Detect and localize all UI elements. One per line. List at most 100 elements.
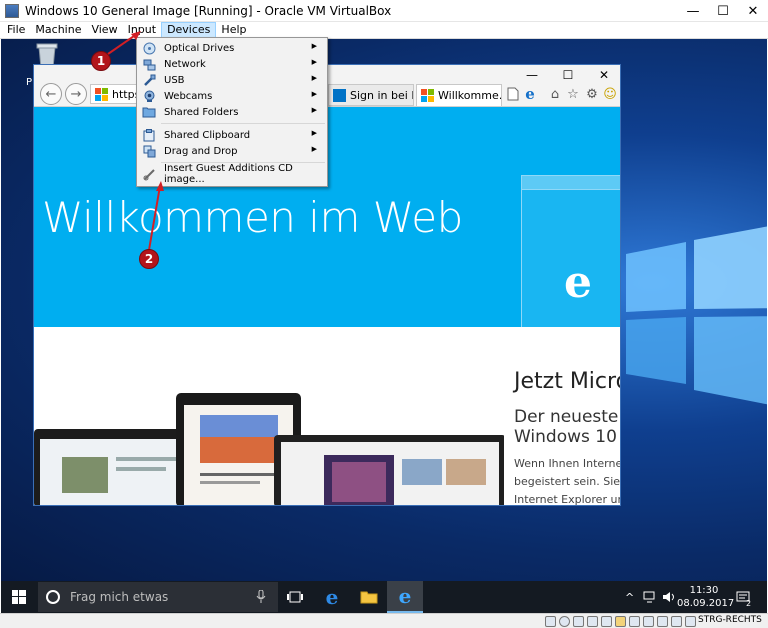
menu-input[interactable]: Input — [123, 22, 161, 38]
tab-willkommen[interactable]: Willkomme… — [416, 84, 502, 106]
audio-status-icon[interactable] — [573, 616, 584, 627]
menu-item-shared-folders[interactable]: Shared Folders ▶ — [139, 104, 325, 120]
title-bar: Windows 10 General Image [Running] - Ora… — [0, 0, 768, 22]
video-capture-status-icon[interactable] — [643, 616, 654, 627]
menu-separator — [161, 123, 325, 124]
menu-file[interactable]: File — [2, 22, 30, 38]
home-icon[interactable]: ⌂ — [546, 85, 564, 103]
file-explorer-icon — [360, 591, 378, 604]
browser-close-button[interactable]: ✕ — [586, 65, 620, 85]
network-tray-icon[interactable] — [643, 581, 657, 613]
clipboard-icon — [142, 128, 156, 142]
recycle-bin-label: P — [26, 77, 33, 88]
submenu-arrow-icon: ▶ — [311, 90, 317, 98]
window-controls: — ☐ ✕ — [678, 0, 768, 22]
windows-start-icon — [12, 590, 26, 604]
taskbar-edge-button[interactable]: e — [314, 581, 350, 613]
menu-item-webcams[interactable]: Webcams ▶ — [139, 88, 325, 104]
devices-menu: Optical Drives ▶ Network ▶ USB ▶ Webcams… — [136, 37, 328, 187]
search-placeholder: Frag mich etwas — [70, 590, 169, 604]
host-key-label: STRG-RECHTS — [698, 615, 762, 625]
optical-drive-icon — [142, 41, 156, 55]
network-status-icon[interactable] — [587, 616, 598, 627]
start-button[interactable] — [1, 581, 37, 613]
cortana-icon — [46, 590, 60, 604]
taskbar-ie-button[interactable]: e — [387, 581, 423, 613]
new-tab-icon[interactable] — [504, 85, 522, 103]
search-box[interactable]: Frag mich etwas — [38, 582, 278, 612]
favorites-star-icon[interactable]: ☆ — [564, 85, 582, 103]
edge-e-icon[interactable]: e — [521, 85, 539, 103]
optical-drive-status-icon[interactable] — [559, 616, 570, 627]
content-subheading-1: Der neueste B — [514, 407, 620, 427]
submenu-arrow-icon: ▶ — [311, 106, 317, 114]
maximize-button[interactable]: ☐ — [708, 0, 738, 22]
tab-sign-in[interactable]: Sign in bei Hot… — [328, 84, 414, 106]
menu-item-usb[interactable]: USB ▶ — [139, 72, 325, 88]
volume-tray-icon[interactable] — [662, 581, 676, 613]
menu-item-label: Network — [164, 58, 206, 70]
task-view-icon — [287, 591, 303, 603]
tab-label: Willkomme… — [438, 89, 501, 102]
menu-item-label: Optical Drives — [164, 42, 235, 54]
clock-time: 11:30 — [689, 585, 719, 596]
menu-help[interactable]: Help — [216, 22, 251, 38]
menu-item-drag-and-drop[interactable]: Drag and Drop ▶ — [139, 143, 325, 159]
window-title: Windows 10 General Image [Running] - Ora… — [25, 3, 392, 18]
hotmail-tab-icon — [333, 88, 346, 102]
submenu-arrow-icon: ▶ — [311, 58, 317, 66]
menu-item-label: Webcams — [164, 90, 213, 102]
content-body-line-1: Wenn Ihnen Internet — [514, 457, 621, 470]
mouse-integration-status-icon[interactable] — [671, 616, 682, 627]
hero-title: Willkommen im Web — [42, 193, 463, 242]
menu-bar: File Machine View Input Devices Help — [0, 22, 768, 39]
menu-item-shared-clipboard[interactable]: Shared Clipboard ▶ — [139, 127, 325, 143]
microphone-icon[interactable] — [256, 590, 266, 604]
taskbar-explorer-button[interactable] — [351, 581, 387, 613]
smiley-feedback-icon[interactable]: ☺ — [601, 85, 619, 103]
menu-devices[interactable]: Devices — [161, 22, 217, 38]
forward-button[interactable]: → — [65, 83, 87, 105]
keyboard-status-icon[interactable] — [685, 616, 696, 627]
cpu-status-icon[interactable] — [657, 616, 668, 627]
shared-folder-icon — [142, 105, 156, 119]
shared-folders-status-icon[interactable] — [615, 616, 626, 627]
drag-drop-icon — [142, 144, 156, 158]
menu-view[interactable]: View — [86, 22, 122, 38]
submenu-arrow-icon: ▶ — [311, 129, 317, 137]
clock-date: 08.09.2017 — [677, 598, 735, 609]
submenu-arrow-icon: ▶ — [311, 74, 317, 82]
tab-label: Sign in bei Hot… — [350, 88, 413, 102]
hero-panel-bar — [522, 176, 620, 190]
settings-gear-icon[interactable]: ⚙ — [583, 85, 601, 103]
devices-illustration — [34, 393, 504, 505]
guest-desktop: P — ☐ ✕ ← → https:// Sign in bei Hot… Wi… — [1, 39, 767, 581]
browser-minimize-button[interactable]: — — [514, 65, 550, 85]
guest-additions-icon — [142, 167, 156, 181]
menu-item-optical-drives[interactable]: Optical Drives ▶ — [139, 40, 325, 56]
menu-machine[interactable]: Machine — [30, 22, 86, 38]
browser-maximize-button[interactable]: ☐ — [550, 65, 586, 85]
system-clock[interactable]: 11:30 08.09.2017 — [677, 584, 735, 610]
minimize-button[interactable]: — — [678, 0, 708, 22]
menu-item-insert-guest-additions[interactable]: Insert Guest Additions CD image... — [139, 163, 325, 185]
hard-disk-status-icon[interactable] — [545, 616, 556, 627]
content-body-line-2: begeistert sein. Sie p — [514, 475, 621, 488]
back-button[interactable]: ← — [40, 83, 62, 105]
action-center-icon[interactable]: 2 — [736, 581, 752, 613]
display-status-icon[interactable] — [629, 616, 640, 627]
menu-item-label: Shared Folders — [164, 106, 239, 118]
task-view-button[interactable] — [277, 581, 313, 613]
tray-chevron-icon[interactable]: ^ — [625, 581, 634, 613]
content-heading: Jetzt Micro — [514, 369, 621, 394]
menu-item-label: USB — [164, 74, 185, 86]
usb-status-icon[interactable] — [601, 616, 612, 627]
menu-item-label: Insert Guest Additions CD image... — [164, 163, 293, 185]
menu-item-label: Drag and Drop — [164, 145, 238, 157]
callout-marker-1: 1 — [91, 51, 111, 71]
submenu-arrow-icon: ▶ — [311, 42, 317, 50]
close-button[interactable]: ✕ — [738, 0, 768, 22]
content-subheading-2: Windows 10 — [514, 427, 617, 447]
notification-count-badge: 2 — [746, 599, 752, 608]
menu-item-network[interactable]: Network ▶ — [139, 56, 325, 72]
